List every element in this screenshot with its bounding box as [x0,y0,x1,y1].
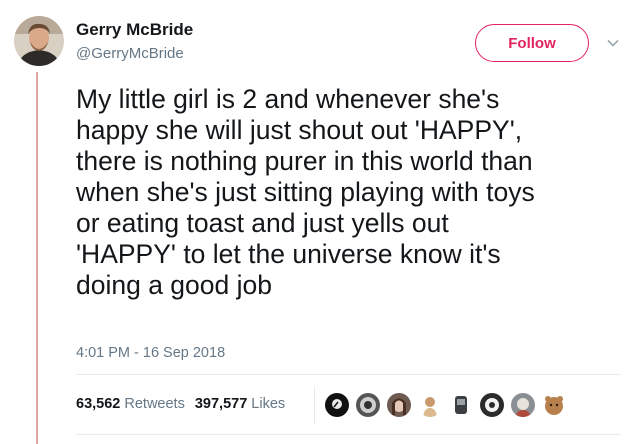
liker-avatar[interactable] [541,392,567,418]
retweets-count: 63,562 [76,396,121,412]
tweet-text: My little girl is 2 and whenever she's h… [76,84,535,300]
liker-avatar[interactable] [479,392,505,418]
likes-label: Likes [251,396,286,412]
liker-avatar[interactable] [510,392,536,418]
stats-separator [314,386,315,424]
divider [76,434,621,435]
author-handle[interactable]: @GerryMcBride [76,45,184,62]
liker-avatar[interactable] [386,392,412,418]
likes-stat[interactable]: 397,577 Likes [195,396,285,412]
liker-avatar[interactable] [355,392,381,418]
divider [76,374,621,375]
retweets-stat[interactable]: 63,562 Retweets [76,396,185,412]
retweets-label: Retweets [124,396,185,412]
likes-count: 397,577 [194,396,248,412]
avatar-photo [14,16,64,66]
liker-avatar[interactable] [324,392,350,418]
avatar[interactable] [14,16,64,66]
liker-avatar[interactable] [417,392,443,418]
chevron-down-icon[interactable] [606,36,620,50]
tweet-timestamp[interactable]: 4:01 PM - 16 Sep 2018 [76,345,225,361]
thread-line [36,72,38,444]
tweet-stats: 63,562 Retweets 397,577 Likes [76,396,285,412]
liker-avatar[interactable] [448,392,474,418]
follow-button[interactable]: Follow [475,24,589,62]
author-name[interactable]: Gerry McBride [76,20,193,40]
